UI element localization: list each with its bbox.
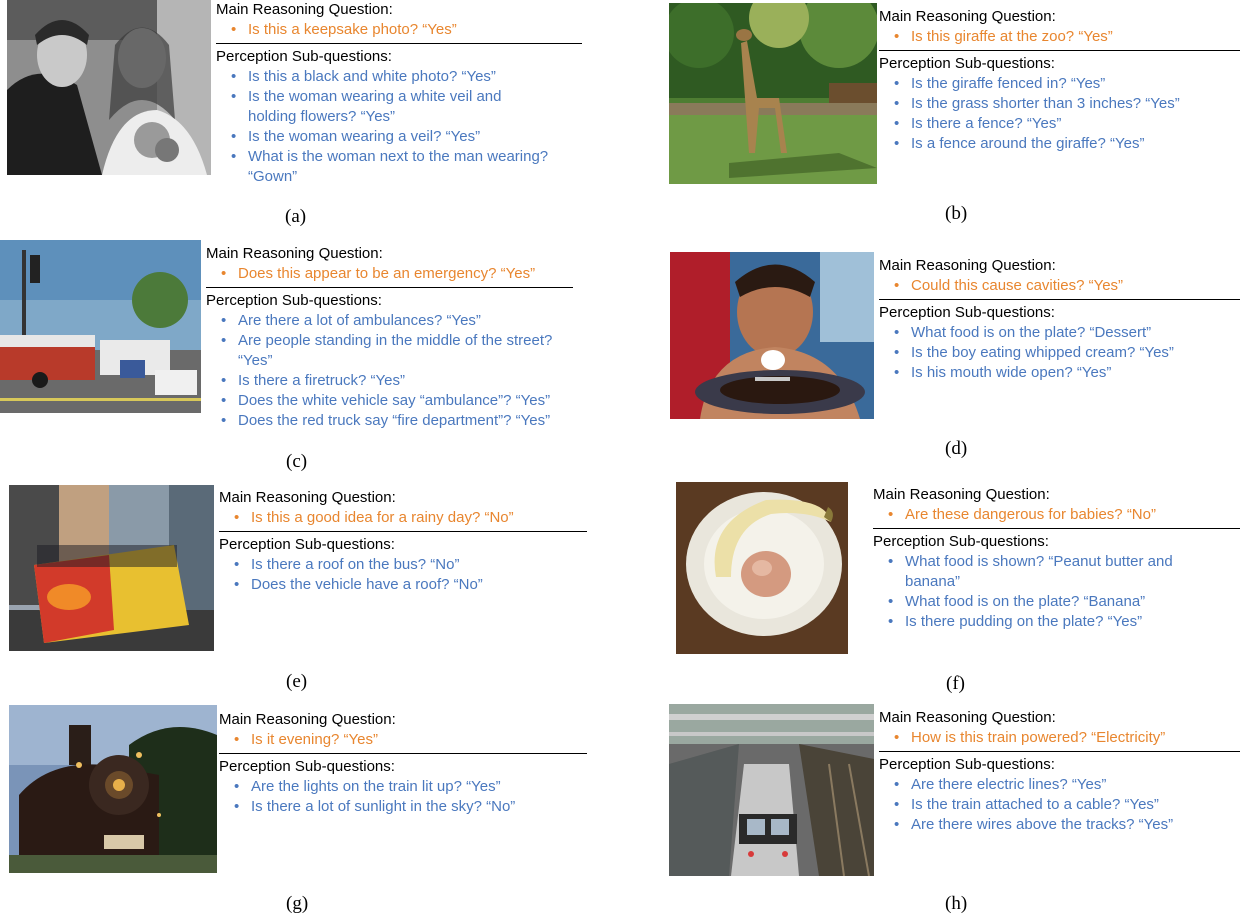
main-question-header: Main Reasoning Question: [879,8,1056,25]
sub-questions-header: Perception Sub-questions: [206,292,382,309]
main-question: Is it evening? “Yes” [234,730,599,750]
panel-c-text: Main Reasoning Question: Does this appea… [206,244,606,431]
sub-question: Are there wires above the tracks? “Yes” [894,815,1241,835]
sub-questions-header: Perception Sub-questions: [216,48,392,65]
sub-question: Is the grass shorter than 3 inches? “Yes… [894,94,1241,114]
sub-question: Are the lights on the train lit up? “Yes… [234,777,599,797]
photo-boy-eating-cake [670,252,874,419]
panel-d-text: Main Reasoning Question: Could this caus… [879,256,1241,383]
photo-emergency-street [0,240,201,413]
divider [216,43,582,44]
sub-question: What food is on the plate? “Dessert” [894,323,1241,343]
divider [219,531,587,532]
panel-caption: (a) [285,206,307,227]
sub-question: Does the white vehicle say “ambulance”? … [221,391,606,411]
sub-question: Is a fence around the giraffe? “Yes” [894,134,1241,154]
sub-question: Is this a black and white photo? “Yes” [231,67,586,87]
sub-questions-header: Perception Sub-questions: [879,756,1055,773]
sub-question: Is the giraffe fenced in? “Yes” [894,74,1241,94]
panel-caption: (d) [945,438,968,459]
panel-caption: (b) [945,203,968,224]
sub-question: What food is on the plate? “Banana” [888,592,1241,612]
photo-steam-locomotive-evening [9,705,217,873]
divider [879,50,1240,51]
photo-open-top-bus [9,485,214,651]
photo-giraffe-zoo [669,3,877,184]
main-question: Could this cause cavities? “Yes” [894,276,1241,296]
main-question-header: Main Reasoning Question: [873,486,1050,503]
main-question: Is this a good idea for a rainy day? “No… [234,508,599,528]
panel-b-text: Main Reasoning Question: Is this giraffe… [879,7,1241,154]
sub-question: Is the boy eating whipped cream? “Yes” [894,343,1241,363]
divider [206,287,573,288]
sub-questions-header: Perception Sub-questions: [873,533,1049,550]
main-question: Does this appear to be an emergency? “Ye… [221,264,606,284]
sub-question: Is the woman wearing a white veil and ho… [231,87,548,127]
sub-question: Is there pudding on the plate? “Yes” [888,612,1241,632]
sub-question: Is the train attached to a cable? “Yes” [894,795,1241,815]
panel-caption: (g) [286,893,309,914]
main-question: How is this train powered? “Electricity” [894,728,1241,748]
sub-question: Is there a firetruck? “Yes” [221,371,606,391]
sub-question: Is there a roof on the bus? “No” [234,555,599,575]
panel-caption: (e) [286,671,308,692]
panel-f-text: Main Reasoning Question: Are these dange… [873,485,1241,632]
main-question-header: Main Reasoning Question: [879,257,1056,274]
panel-h-text: Main Reasoning Question: How is this tra… [879,708,1241,835]
sub-question: Does the red truck say “fire department”… [221,411,606,431]
sub-question: What food is shown? “Peanut butter and b… [888,552,1205,592]
main-question-header: Main Reasoning Question: [879,709,1056,726]
main-question-header: Main Reasoning Question: [216,1,393,18]
photo-banana-plate [676,482,848,654]
sub-question: Is there a fence? “Yes” [894,114,1241,134]
sub-questions-header: Perception Sub-questions: [219,758,395,775]
sub-question: Are there a lot of ambulances? “Yes” [221,311,606,331]
sub-question: Is there a lot of sunlight in the sky? “… [234,797,599,817]
main-question-header: Main Reasoning Question: [206,245,383,262]
sub-question: Are people standing in the middle of the… [221,331,583,371]
divider [879,751,1240,752]
divider [879,299,1240,300]
panel-caption: (c) [286,451,308,472]
main-question-header: Main Reasoning Question: [219,711,396,728]
main-question: Is this a keepsake photo? “Yes” [231,20,586,40]
photo-electric-train-tracks [669,704,874,876]
panel-g-text: Main Reasoning Question: Is it evening? … [219,710,599,817]
main-question: Is this giraffe at the zoo? “Yes” [894,27,1241,47]
sub-question: Does the vehicle have a roof? “No” [234,575,599,595]
sub-questions-header: Perception Sub-questions: [879,304,1055,321]
panel-a-text: Main Reasoning Question: Is this a keeps… [216,0,586,187]
sub-question: Is the woman wearing a veil? “Yes” [231,127,586,147]
main-question-header: Main Reasoning Question: [219,489,396,506]
sub-question: Are there electric lines? “Yes” [894,775,1241,795]
sub-question: Is his mouth wide open? “Yes” [894,363,1241,383]
sub-question: What is the woman next to the man wearin… [231,147,578,187]
sub-questions-header: Perception Sub-questions: [219,536,395,553]
panel-e-text: Main Reasoning Question: Is this a good … [219,488,599,595]
divider [873,528,1240,529]
panel-caption: (h) [945,893,968,914]
divider [219,753,587,754]
main-question: Are these dangerous for babies? “No” [888,505,1241,525]
sub-questions-header: Perception Sub-questions: [879,55,1055,72]
photo-wedding-couple [7,0,211,175]
panel-caption: (f) [946,673,965,694]
